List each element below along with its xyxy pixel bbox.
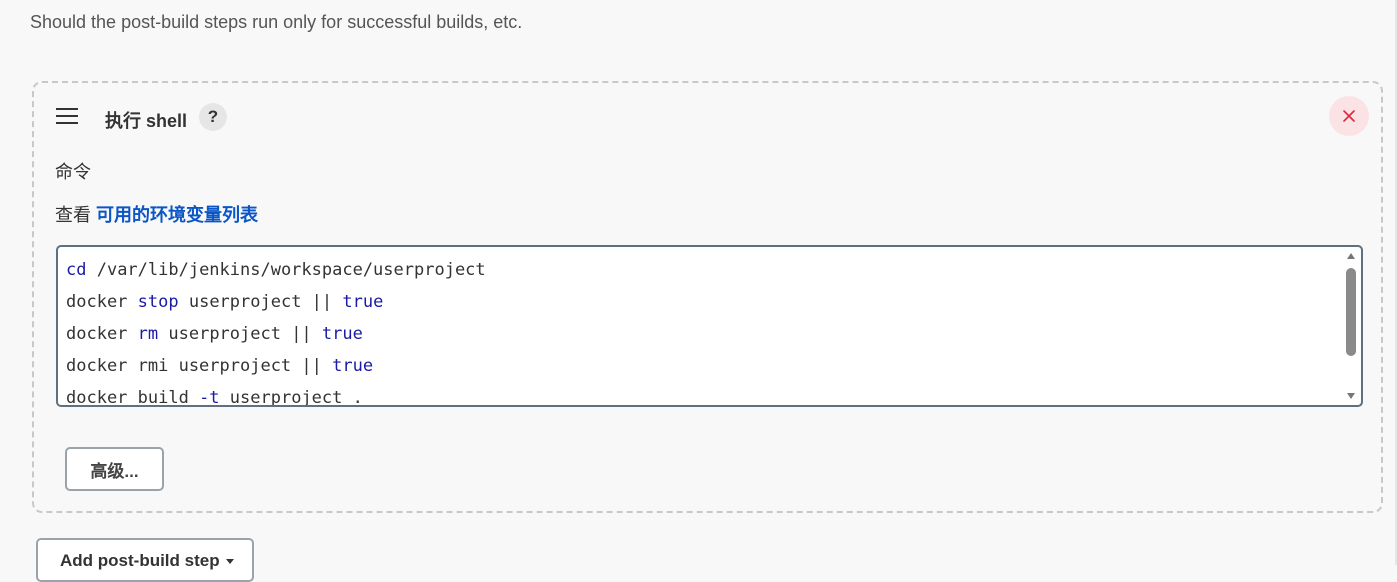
execute-shell-step: 执行 shell ? 命令 查看 可用的环境变量列表 cd /var/lib/j…: [32, 81, 1383, 513]
add-post-build-step-label: Add post-build step: [60, 551, 220, 570]
code-line: docker rm userproject || true: [66, 321, 1331, 353]
code-keyword: rm: [137, 324, 159, 344]
advanced-button[interactable]: 高级...: [65, 447, 164, 491]
close-icon: [1343, 110, 1355, 122]
command-textarea[interactable]: cd /var/lib/jenkins/workspace/userprojec…: [56, 245, 1363, 407]
code-text: /var/lib/jenkins/workspace/userproject: [86, 260, 486, 280]
env-vars-link[interactable]: 可用的环境变量列表: [96, 205, 258, 225]
code-text: userproject .: [219, 388, 363, 407]
code-text: userproject ||: [178, 292, 343, 312]
caret-down-icon: [225, 559, 234, 564]
scroll-up-icon[interactable]: [1347, 253, 1355, 259]
code-keyword: cd: [66, 260, 87, 280]
scroll-down-icon[interactable]: [1347, 393, 1355, 399]
help-icon[interactable]: ?: [199, 103, 227, 131]
env-vars-prefix: 查看: [55, 205, 91, 225]
add-post-build-step-button[interactable]: Add post-build step: [36, 538, 254, 582]
code-line: cd /var/lib/jenkins/workspace/userprojec…: [66, 257, 1331, 289]
step-title: 执行 shell: [105, 111, 188, 131]
code-text: userproject ||: [158, 324, 322, 344]
scroll-thumb[interactable]: [1346, 268, 1356, 356]
code-text: docker: [66, 324, 138, 344]
env-vars-line: 查看 可用的环境变量列表: [55, 201, 258, 227]
command-label: 命令: [55, 162, 91, 182]
code-text: docker rmi userproject ||: [66, 356, 333, 376]
code-text: docker: [66, 292, 138, 312]
code-keyword: -t: [199, 388, 220, 407]
code-line: docker stop userproject || true: [66, 289, 1331, 321]
code-line: docker build -t userproject .: [66, 385, 1331, 407]
post-build-description: Should the post-build steps run only for…: [30, 12, 523, 32]
code-keyword: stop: [137, 292, 179, 312]
drag-handle-icon[interactable]: [56, 108, 78, 124]
code-keyword: true: [321, 324, 363, 344]
code-line: docker rmi userproject || true: [66, 353, 1331, 385]
code-keyword: true: [332, 356, 374, 376]
code-keyword: true: [342, 292, 384, 312]
close-step-button[interactable]: [1329, 96, 1369, 136]
code-text: docker build: [66, 388, 200, 407]
code-content: cd /var/lib/jenkins/workspace/userprojec…: [66, 257, 1331, 407]
textarea-scrollbar[interactable]: [1345, 251, 1357, 401]
